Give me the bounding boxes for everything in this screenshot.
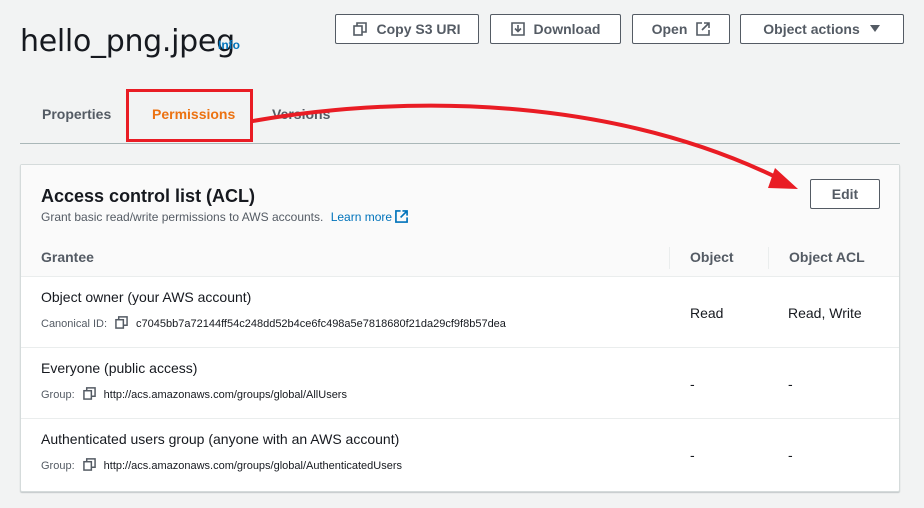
object-acl-permission: - bbox=[788, 376, 793, 392]
grantee-id: Canonical ID: c7045bb7a72144ff54c248dd52… bbox=[41, 316, 506, 332]
object-acl-permission: - bbox=[788, 447, 793, 463]
object-acl-permission: Read, Write bbox=[788, 305, 862, 321]
download-button[interactable]: Download bbox=[490, 14, 621, 44]
external-link-icon bbox=[395, 210, 408, 223]
download-label: Download bbox=[533, 21, 601, 37]
column-header-object: Object bbox=[690, 249, 734, 265]
grantee-id-value: http://acs.amazonaws.com/groups/global/A… bbox=[103, 460, 403, 472]
copy-icon[interactable] bbox=[82, 387, 96, 403]
table-row: Authenticated users group (anyone with a… bbox=[21, 419, 899, 490]
copy-s3-uri-label: Copy S3 URI bbox=[376, 21, 461, 37]
acl-description: Grant basic read/write permissions to AW… bbox=[41, 210, 408, 224]
grantee-name: Everyone (public access) bbox=[41, 360, 198, 376]
object-permission: Read bbox=[690, 305, 724, 321]
grantee-id-value: c7045bb7a72144ff54c248dd52b4ce6fc498a5e7… bbox=[136, 318, 506, 330]
grantee-id: Group: http://acs.amazonaws.com/groups/g… bbox=[41, 458, 402, 474]
download-icon bbox=[510, 22, 525, 36]
edit-button[interactable]: Edit bbox=[810, 179, 880, 209]
acl-description-text: Grant basic read/write permissions to AW… bbox=[41, 210, 324, 224]
copy-icon bbox=[353, 22, 368, 36]
copy-s3-uri-button[interactable]: Copy S3 URI bbox=[335, 14, 479, 44]
object-actions-button[interactable]: Object actions bbox=[740, 14, 904, 44]
column-divider bbox=[669, 247, 670, 269]
grantee-name: Authenticated users group (anyone with a… bbox=[41, 431, 400, 447]
annotation-highlight-box bbox=[126, 89, 253, 142]
grantee-id-label: Group: bbox=[41, 460, 75, 472]
tab-properties[interactable]: Properties bbox=[42, 106, 111, 122]
grantee-id-label: Group: bbox=[41, 389, 75, 401]
open-button[interactable]: Open bbox=[632, 14, 730, 44]
page-title: hello_png.jpeg bbox=[20, 24, 235, 59]
copy-icon[interactable] bbox=[115, 316, 128, 332]
acl-title: Access control list (ACL) bbox=[41, 186, 256, 206]
table-row: Object owner (your AWS account) Canonica… bbox=[21, 277, 899, 348]
column-header-grantee: Grantee bbox=[41, 249, 94, 265]
grantee-name: Object owner (your AWS account) bbox=[41, 289, 252, 305]
column-header-object-acl: Object ACL bbox=[789, 249, 865, 265]
object-permission: - bbox=[690, 376, 695, 392]
acl-panel: Access control list (ACL) Grant basic re… bbox=[20, 164, 900, 492]
tab-bar: Properties Permissions Versions bbox=[20, 89, 900, 144]
caret-down-icon bbox=[869, 24, 881, 34]
open-label: Open bbox=[651, 21, 688, 37]
learn-more-link[interactable]: Learn more bbox=[331, 210, 408, 224]
grantee-id: Group: http://acs.amazonaws.com/groups/g… bbox=[41, 387, 347, 403]
grantee-id-value: http://acs.amazonaws.com/groups/global/A… bbox=[103, 389, 347, 401]
table-header: Grantee Object Object ACL bbox=[21, 239, 899, 277]
acl-panel-header: Access control list (ACL) Grant basic re… bbox=[21, 165, 899, 239]
external-link-icon bbox=[696, 22, 711, 36]
grantee-id-label: Canonical ID: bbox=[41, 318, 108, 330]
object-actions-label: Object actions bbox=[763, 21, 860, 37]
column-divider bbox=[768, 247, 769, 269]
tab-versions[interactable]: Versions bbox=[272, 106, 330, 122]
object-permission: - bbox=[690, 447, 695, 463]
table-row: Everyone (public access) Group: http://a… bbox=[21, 348, 899, 419]
info-link[interactable]: Info bbox=[218, 38, 240, 52]
copy-icon[interactable] bbox=[82, 458, 96, 474]
